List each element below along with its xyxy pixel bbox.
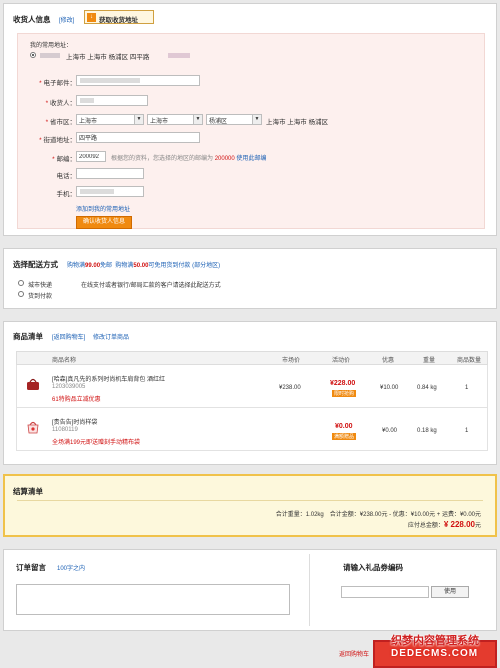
common-address-value: 上海市 上海市 杨浦区 四平路: [66, 54, 150, 61]
add-common-address-link[interactable]: 添加到我的常用地址: [76, 204, 130, 213]
region-label: * 省市区：: [45, 119, 76, 126]
back-to-cart-footer-link[interactable]: 返回购物车: [339, 649, 369, 658]
coupon-code-input[interactable]: [341, 586, 429, 598]
zip-hint: 根据您的资料，您选择的地区的邮编为 200000 使用此邮编: [111, 156, 267, 162]
table-row: [哈森]真凡先的系列时尚机车肩背包 酒红红 1203039005 61特购品立减…: [16, 365, 488, 408]
delivery-title: 选择配送方式: [13, 260, 58, 269]
delivery-promo: 购物满99.00免邮 购物满50.00可免用货到付款 (部分地区): [67, 263, 221, 269]
order-message-textarea[interactable]: [16, 584, 290, 615]
items-table-header: 商品名称 市场价 活动价 优惠 重量 商品数量: [16, 351, 488, 365]
common-address-radio[interactable]: [30, 52, 36, 58]
delivery-radio-cod[interactable]: [18, 291, 24, 297]
use-coupon-button[interactable]: 使用: [431, 586, 469, 598]
name-label: * 收货人：: [45, 100, 76, 107]
gift-bag-icon: [25, 420, 41, 434]
th-qty: 商品数量: [457, 358, 482, 364]
back-to-cart-link[interactable]: [返回购物车]: [52, 332, 85, 341]
shipping-title: 收货人信息: [13, 15, 51, 24]
email-label: * 电子邮件：: [39, 80, 76, 87]
item-sale-price: ¥228.00: [330, 380, 356, 387]
delivery-option-cod: 货到付款: [28, 294, 53, 300]
confirm-consignee-button[interactable]: 确认收货人信息: [76, 216, 132, 229]
address-label: * 街道地址：: [39, 137, 76, 144]
zip-field[interactable]: [76, 151, 106, 162]
fetch-address-button[interactable]: ↓ 获取收货地址: [84, 10, 154, 24]
delivery-panel: 选择配送方式 购物满99.00免邮 购物满50.00可免用货到付款 (部分地区)…: [3, 248, 497, 309]
district-select[interactable]: 杨浦区 ▼: [206, 114, 262, 125]
settlement-divider: [17, 500, 483, 501]
delivery-option-express: 城市快递: [28, 283, 53, 289]
common-address-label: 我的常用地址：: [30, 43, 73, 49]
item-code: 11080119: [52, 427, 78, 433]
fetch-icon: ↓: [87, 13, 96, 22]
th-discount: 优惠: [382, 358, 395, 364]
th-name: 商品名称: [52, 358, 77, 364]
item-promo: 61特购品立减优惠: [52, 397, 101, 403]
shipping-panel: 收货人信息 [修改] ↓ 获取收货地址 我的常用地址： 上海市 上海市 杨浦区 …: [3, 3, 497, 236]
settlement-total: 应付总金额：¥ 228.00元: [407, 520, 481, 529]
item-qty: 1: [465, 428, 469, 434]
coupon-title: 请输入礼品劵编码: [343, 563, 403, 572]
message-limit: 100字之内: [57, 566, 86, 572]
name-blur: [80, 98, 94, 103]
item-name[interactable]: [哈森]真凡先的系列时尚机车肩背包 酒红红: [52, 374, 165, 383]
handbag-icon: [25, 377, 41, 391]
item-badge: 满额赠品: [332, 433, 357, 440]
zip-label: * 邮编：: [52, 156, 76, 163]
phone-field[interactable]: [76, 168, 144, 179]
table-row: [贵告告]时尚样袋 11080119 全场满199元即送赠刻手动精布袋 ¥0.0…: [16, 408, 488, 451]
watermark-line1: 织梦内容管理系统: [391, 635, 479, 647]
city-select[interactable]: 上海市 ▼: [147, 114, 203, 125]
item-discount: ¥10.00: [380, 385, 399, 391]
common-address-blur-2: [168, 53, 190, 58]
email-blur: [80, 78, 140, 83]
delivery-radio-express[interactable]: [18, 280, 24, 286]
settlement-summary: 合计重量：1.02kg 合计金额：¥238.00元 - 优惠：¥10.00元 +…: [275, 512, 481, 518]
items-title: 商品清单: [13, 332, 43, 341]
province-select[interactable]: 上海市 ▼: [76, 114, 144, 125]
watermark-line2: DEDECMS.COM: [391, 648, 479, 659]
th-weight: 重量: [423, 358, 436, 364]
item-sale-price: ¥0.00: [335, 423, 353, 430]
item-name[interactable]: [贵告告]时尚样袋: [52, 417, 97, 426]
item-discount: ¥0.00: [382, 428, 398, 434]
mobile-label: 手机：: [56, 191, 77, 198]
th-sale-price: 活动价: [332, 358, 351, 364]
settlement-title: 结算清单: [13, 487, 43, 496]
item-code: 1203039005: [52, 384, 86, 390]
common-address-blur: [40, 53, 60, 58]
message-panel: 订单留言 100字之内 请输入礼品劵编码 使用: [3, 549, 497, 631]
items-panel: 商品清单 [返回购物车] 修改订单商品 商品名称 市场价 活动价 优惠 重量 商…: [3, 321, 497, 465]
item-promo: 全场满199元即送赠刻手动精布袋: [52, 440, 141, 446]
item-badge: 限时抢购: [332, 390, 357, 397]
region-text: 上海市 上海市 杨浦区: [266, 119, 329, 126]
shipping-edit-link[interactable]: [修改]: [59, 15, 74, 24]
message-title: 订单留言: [16, 563, 46, 572]
item-weight: 0.84 kg: [417, 385, 437, 391]
th-market-price: 市场价: [282, 358, 301, 364]
settlement-panel: 结算清单 合计重量：1.02kg 合计金额：¥238.00元 - 优惠：¥10.…: [3, 474, 497, 537]
watermark: 织梦内容管理系统 DEDECMS.COM: [391, 632, 499, 668]
use-zip-link[interactable]: 使用此邮编: [236, 156, 266, 162]
phone-label: 电话：: [56, 173, 77, 180]
address-form: 我的常用地址： 上海市 上海市 杨浦区 四平路 * 电子邮件： * 收货人： *…: [17, 33, 485, 229]
item-market-price: ¥238.00: [279, 385, 301, 391]
item-weight: 0.18 kg: [417, 428, 437, 434]
delivery-option-express-note: 在线支付或者银行/邮局汇款的客户请选择此配送方式: [81, 283, 221, 289]
edit-order-items-link[interactable]: 修改订单商品: [93, 332, 129, 341]
street-address-field[interactable]: [76, 132, 200, 143]
message-divider: [309, 554, 310, 626]
item-qty: 1: [465, 385, 469, 391]
mobile-blur: [80, 189, 114, 194]
